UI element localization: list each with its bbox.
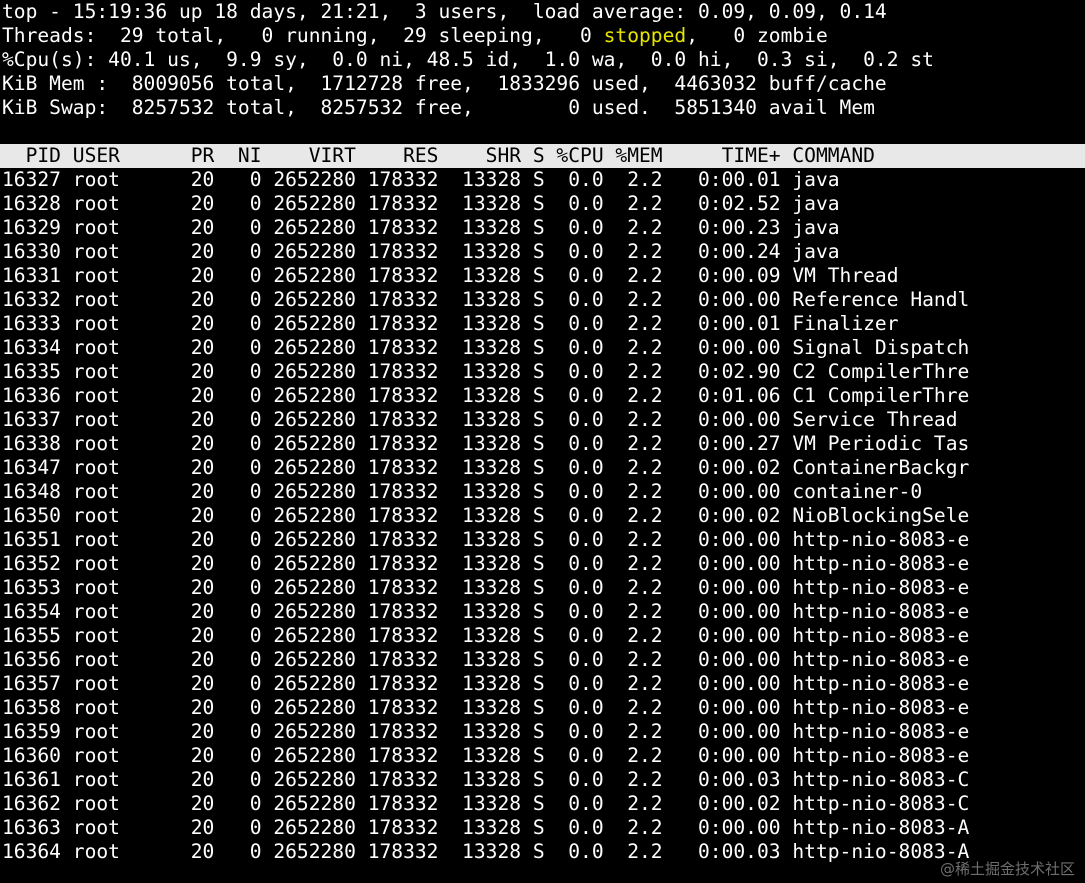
table-row: 16355 root 20 0 2652280 178332 13328 S 0… — [2, 624, 970, 647]
process-table-body: 16327 root 20 0 2652280 178332 13328 S 0… — [2, 168, 1085, 864]
table-row: 16359 root 20 0 2652280 178332 13328 S 0… — [2, 720, 970, 743]
table-row: 16338 root 20 0 2652280 178332 13328 S 0… — [2, 432, 970, 455]
table-row: 16334 root 20 0 2652280 178332 13328 S 0… — [2, 336, 970, 359]
table-row: 16358 root 20 0 2652280 178332 13328 S 0… — [2, 696, 970, 719]
uptime-line: top - 15:19:36 up 18 days, 21:21, 3 user… — [2, 0, 887, 23]
table-row: 16327 root 20 0 2652280 178332 13328 S 0… — [2, 168, 840, 191]
threads-line: Threads: 29 total, 0 running, 29 sleepin… — [2, 24, 1085, 48]
stopped-label: stopped — [603, 24, 687, 47]
table-row: 16350 root 20 0 2652280 178332 13328 S 0… — [2, 504, 970, 527]
table-row: 16360 root 20 0 2652280 178332 13328 S 0… — [2, 744, 970, 767]
table-row: 16352 root 20 0 2652280 178332 13328 S 0… — [2, 552, 970, 575]
table-row: 16337 root 20 0 2652280 178332 13328 S 0… — [2, 408, 958, 431]
table-row: 16354 root 20 0 2652280 178332 13328 S 0… — [2, 600, 970, 623]
table-row: 16362 root 20 0 2652280 178332 13328 S 0… — [2, 792, 970, 815]
table-row: 16351 root 20 0 2652280 178332 13328 S 0… — [2, 528, 970, 551]
table-row: 16361 root 20 0 2652280 178332 13328 S 0… — [2, 768, 970, 791]
table-row: 16331 root 20 0 2652280 178332 13328 S 0… — [2, 264, 899, 287]
table-row: 16336 root 20 0 2652280 178332 13328 S 0… — [2, 384, 970, 407]
table-row: 16353 root 20 0 2652280 178332 13328 S 0… — [2, 576, 970, 599]
table-row: 16329 root 20 0 2652280 178332 13328 S 0… — [2, 216, 840, 239]
table-row: 16333 root 20 0 2652280 178332 13328 S 0… — [2, 312, 899, 335]
table-row: 16348 root 20 0 2652280 178332 13328 S 0… — [2, 480, 923, 503]
table-row: 16332 root 20 0 2652280 178332 13328 S 0… — [2, 288, 970, 311]
cpu-line: %Cpu(s): 40.1 us, 9.9 sy, 0.0 ni, 48.5 i… — [2, 48, 934, 71]
process-table-header: PID USER PR NI VIRT RES SHR S %CPU %MEM … — [0, 144, 1085, 168]
swap-line: KiB Swap: 8257532 total, 8257532 free, 0… — [2, 96, 875, 119]
table-row: 16363 root 20 0 2652280 178332 13328 S 0… — [2, 816, 970, 839]
threads-summary-tail: , 0 zombie — [686, 24, 828, 47]
table-row: 16330 root 20 0 2652280 178332 13328 S 0… — [2, 240, 840, 263]
watermark: @稀土掘金技术社区 — [939, 860, 1075, 878]
mem-line: KiB Mem : 8009056 total, 1712728 free, 1… — [2, 72, 887, 95]
table-row: 16364 root 20 0 2652280 178332 13328 S 0… — [2, 840, 970, 863]
table-row: 16356 root 20 0 2652280 178332 13328 S 0… — [2, 648, 970, 671]
table-row: 16347 root 20 0 2652280 178332 13328 S 0… — [2, 456, 970, 479]
table-row: 16357 root 20 0 2652280 178332 13328 S 0… — [2, 672, 970, 695]
table-row: 16335 root 20 0 2652280 178332 13328 S 0… — [2, 360, 970, 383]
threads-summary-text: Threads: 29 total, 0 running, 29 sleepin… — [2, 24, 604, 47]
table-row: 16328 root 20 0 2652280 178332 13328 S 0… — [2, 192, 840, 215]
terminal-output[interactable]: top - 15:19:36 up 18 days, 21:21, 3 user… — [0, 0, 1085, 864]
